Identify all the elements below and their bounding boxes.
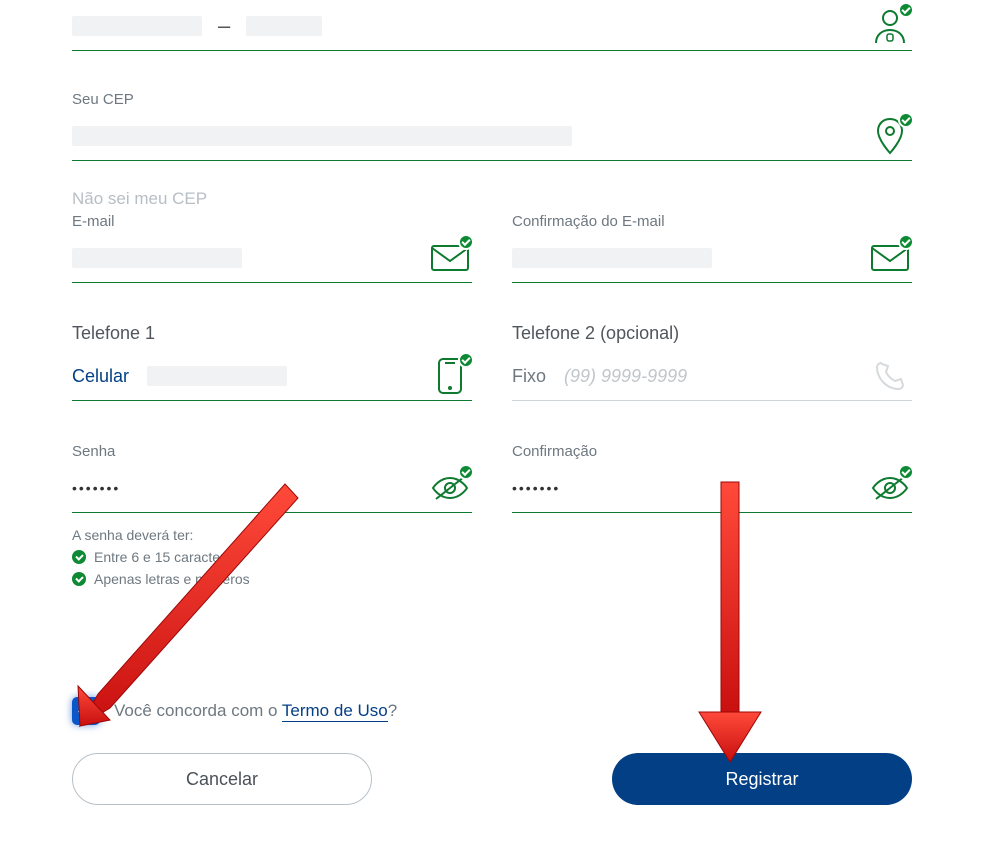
check-icon	[72, 572, 86, 586]
cancel-button[interactable]: Cancelar	[72, 753, 372, 805]
envelope-icon	[868, 238, 912, 278]
cpf-part2-redacted	[246, 16, 322, 36]
unknown-cep-link[interactable]: Não sei meu CEP	[72, 189, 912, 209]
location-pin-icon	[868, 116, 912, 156]
password-confirm-label: Confirmação	[512, 443, 912, 460]
phone-handset-icon	[868, 356, 912, 396]
check-icon	[72, 550, 86, 564]
phone2-section-label: Telefone 2 (opcional)	[512, 323, 912, 344]
mobile-phone-icon	[428, 356, 472, 396]
terms-prefix: Você concorda com o	[114, 701, 282, 720]
password-confirm-field[interactable]: Confirmação •••••••	[512, 443, 912, 513]
email-value-redacted	[72, 248, 242, 268]
eye-off-icon[interactable]	[868, 468, 912, 508]
person-icon	[868, 6, 912, 46]
password-hint-1: Entre 6 e 15 caracteres	[72, 549, 912, 565]
password-hint-2-text: Apenas letras e números	[94, 571, 250, 587]
password-confirm-masked-value: •••••••	[512, 480, 560, 496]
phone2-field[interactable]: Fixo (99) 9999-9999	[512, 356, 912, 401]
email-confirm-label: Confirmação do E-mail	[512, 213, 912, 230]
terms-suffix: ?	[388, 701, 397, 720]
phone2-placeholder: (99) 9999-9999	[564, 366, 687, 387]
phone1-field[interactable]: Celular	[72, 356, 472, 401]
cep-field[interactable]: Seu CEP	[72, 91, 912, 161]
password-hint-title: A senha deverá ter:	[72, 527, 912, 543]
email-field[interactable]: E-mail	[72, 213, 472, 283]
cep-label: Seu CEP	[72, 91, 912, 108]
phone1-value-redacted	[147, 366, 287, 386]
terms-checkbox[interactable]	[72, 697, 100, 725]
terms-text: Você concorda com o Termo de Uso?	[114, 701, 397, 721]
password-hint-2: Apenas letras e números	[72, 571, 912, 587]
cpf-part1-redacted	[72, 16, 202, 36]
eye-off-icon[interactable]	[428, 468, 472, 508]
password-field[interactable]: Senha •••••••	[72, 443, 472, 513]
phone1-type-select[interactable]: Celular	[72, 366, 129, 387]
register-button[interactable]: Registrar	[612, 753, 912, 805]
phone1-section-label: Telefone 1	[72, 323, 472, 344]
password-hint-1-text: Entre 6 e 15 caracteres	[94, 549, 240, 565]
envelope-icon	[428, 238, 472, 278]
phone2-type-select[interactable]: Fixo	[512, 366, 546, 387]
email-label: E-mail	[72, 213, 472, 230]
cep-value-redacted	[72, 126, 572, 146]
password-masked-value: •••••••	[72, 480, 120, 496]
email-confirm-value-redacted	[512, 248, 712, 268]
cpf-field[interactable]: –	[72, 6, 912, 51]
cpf-dash: –	[218, 13, 230, 39]
email-confirm-field[interactable]: Confirmação do E-mail	[512, 213, 912, 283]
terms-link[interactable]: Termo de Uso	[282, 701, 388, 722]
password-label: Senha	[72, 443, 472, 460]
